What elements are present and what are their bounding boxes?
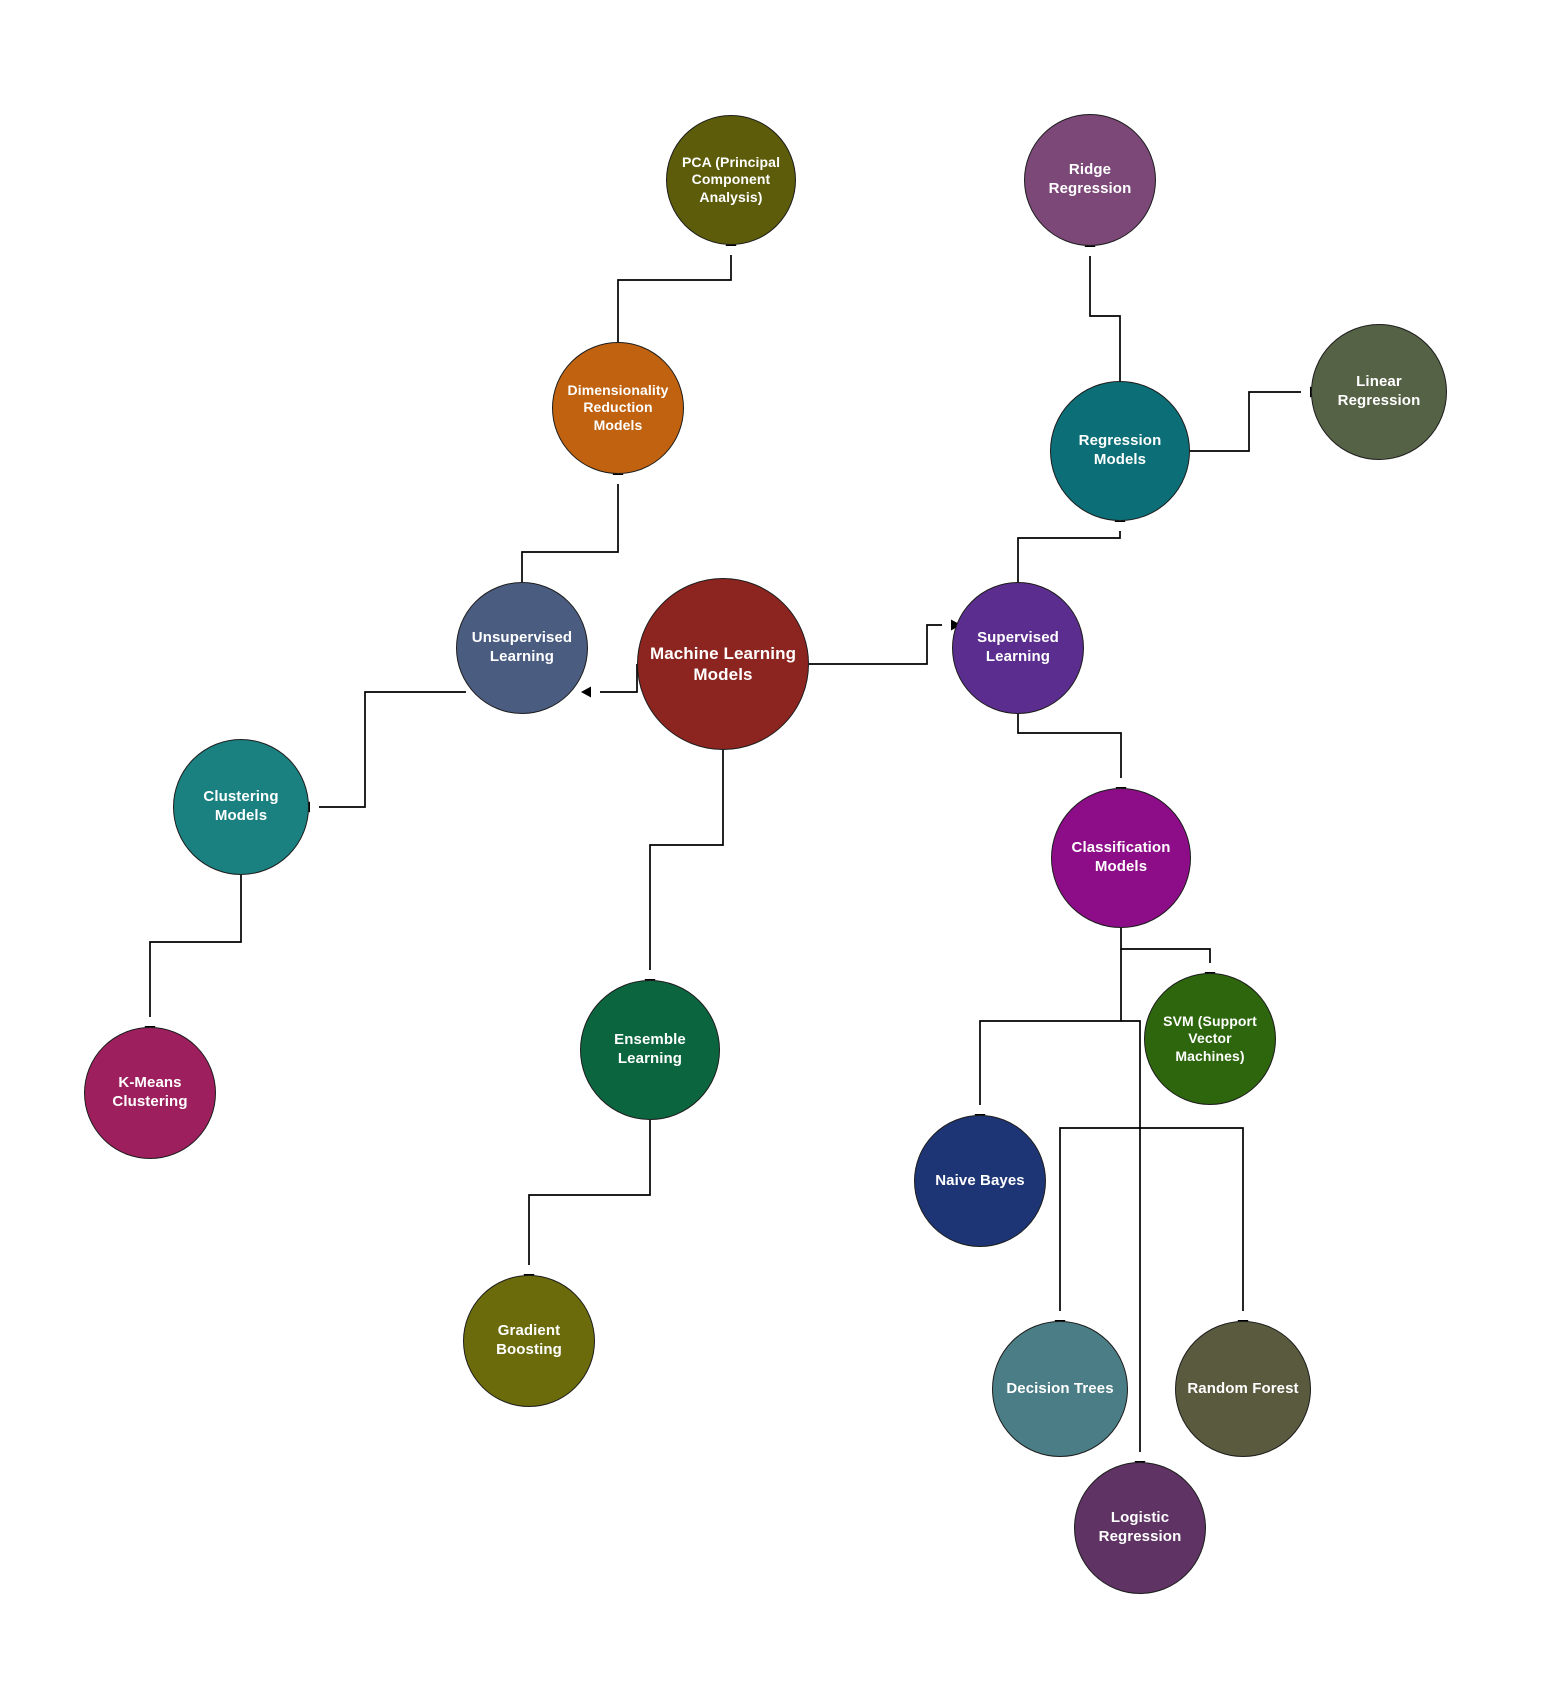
node-gradboost[interactable]: Gradient Boosting [463, 1275, 595, 1407]
mind-map-canvas: Machine Learning Models Unsupervised Lear… [0, 0, 1550, 1690]
node-label-dectrees: Decision Trees [1006, 1379, 1114, 1397]
node-label-clustering: Clustering Models [203, 788, 279, 824]
node-randomforest[interactable]: Random Forest [1175, 1321, 1311, 1457]
node-kmeans[interactable]: K-Means Clustering [84, 1027, 216, 1159]
node-label-classification: Classification Models [1071, 839, 1171, 875]
node-label-ridge: Ridge Regression [1048, 161, 1132, 197]
node-pca[interactable]: PCA (Principal Component Analysis) [666, 115, 796, 245]
node-linear[interactable]: Linear Regression [1311, 324, 1447, 460]
node-label-regression: Regression Models [1078, 432, 1162, 468]
node-label-logistic: Logistic Regression [1098, 1509, 1182, 1545]
node-label-linear: Linear Regression [1337, 373, 1421, 409]
node-naivebayes[interactable]: Naive Bayes [914, 1115, 1046, 1247]
node-label-svm: SVM (Support Vector Machines) [1163, 1012, 1257, 1064]
node-dectrees[interactable]: Decision Trees [992, 1321, 1128, 1457]
node-label-dimred: Dimensionality Reduction Models [567, 381, 669, 433]
node-clustering[interactable]: Clustering Models [173, 739, 309, 875]
node-label-unsup: Unsupervised Learning [471, 629, 573, 665]
node-label-naivebayes: Naive Bayes [935, 1171, 1025, 1189]
node-classification[interactable]: Classification Models [1051, 788, 1191, 928]
node-ensemble[interactable]: Ensemble Learning [580, 980, 720, 1120]
node-ridge[interactable]: Ridge Regression [1024, 114, 1156, 246]
node-label-kmeans: K-Means Clustering [112, 1074, 188, 1110]
node-dimred[interactable]: Dimensionality Reduction Models [552, 342, 684, 474]
node-ml[interactable]: Machine Learning Models [637, 578, 809, 750]
node-svm[interactable]: SVM (Support Vector Machines) [1144, 973, 1276, 1105]
node-label-randomforest: Random Forest [1187, 1379, 1299, 1397]
node-sup[interactable]: Supervised Learning [952, 582, 1084, 714]
node-label-sup: Supervised Learning [977, 629, 1059, 665]
node-label-ensemble: Ensemble Learning [614, 1031, 686, 1067]
node-regression[interactable]: Regression Models [1050, 381, 1190, 521]
node-logistic[interactable]: Logistic Regression [1074, 1462, 1206, 1594]
node-label-gradboost: Gradient Boosting [496, 1322, 562, 1358]
node-layer: Machine Learning Models Unsupervised Lear… [0, 0, 1550, 1690]
node-unsup[interactable]: Unsupervised Learning [456, 582, 588, 714]
node-label-pca: PCA (Principal Component Analysis) [681, 153, 781, 205]
node-label-ml: Machine Learning Models [649, 643, 797, 684]
